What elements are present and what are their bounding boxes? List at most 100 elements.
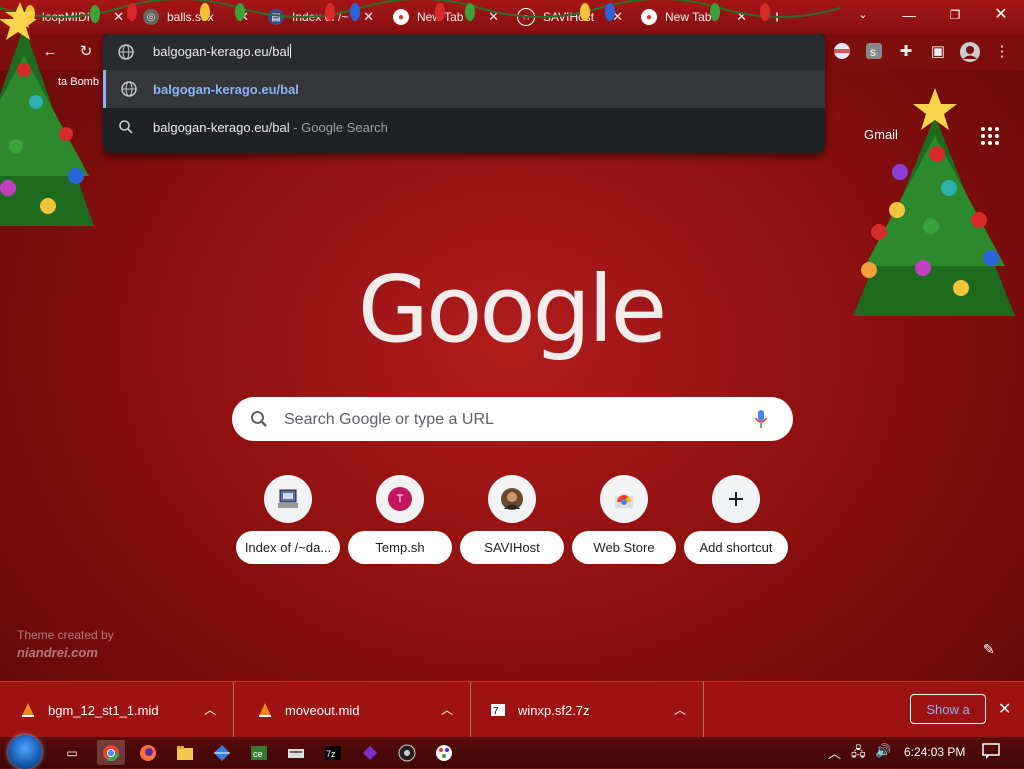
svg-text:7z: 7z [326,749,336,759]
close-shelf-icon[interactable]: ✕ [998,699,1011,719]
extension-s-icon[interactable]: s [864,42,884,62]
letter-t-icon: T [376,475,424,523]
globe-icon [121,81,137,102]
shortcut-index[interactable]: Index of /~da... [236,475,340,565]
tab-newtab-1[interactable]: ● New Tab ✕ [393,4,505,30]
download-filename: bgm_12_st1_1.mid [48,703,159,718]
shortcut-label: Index of /~da... [236,531,340,564]
tab-title: Index of /~ [292,10,349,24]
download-filename: winxp.sf2.7z [518,703,590,718]
suggestion-text: balgogan-kerago.eu/bal [153,82,299,97]
app-icon[interactable]: ce [245,740,273,765]
apps-grid-icon[interactable] [980,126,1000,146]
chrome-taskbar-icon[interactable] [97,740,125,765]
download-filename: moveout.mid [285,703,360,718]
omnibox-suggestion-url[interactable]: balgogan-kerago.eu/bal [103,70,825,108]
chevron-up-icon[interactable]: ︿ [441,701,453,718]
omnibox-dropdown: balgogan-kerago.eu/bal balgogan-kerago.e… [103,34,825,153]
tab-savihost[interactable]: ∩ SAVIHost ✕ [517,4,629,30]
chevron-up-icon[interactable]: ︿ [674,701,686,718]
extension-flag-icon[interactable] [832,42,852,62]
globe-icon [118,44,134,65]
server-icon [264,475,312,523]
close-icon[interactable]: ✕ [113,9,124,25]
side-panel-icon[interactable]: ▣ [928,42,948,62]
tab-strip: ♪ loopMIDI ✕ ◎ balls.sex ✕ ▤ Index of /~… [0,0,1024,34]
profile-avatar-icon[interactable] [960,42,980,62]
start-button[interactable] [8,735,42,769]
google-logo: Google [357,256,667,363]
restore-button[interactable]: ❐ [935,4,975,28]
task-view-icon[interactable]: ▭ [58,740,86,765]
avatar-icon [488,475,536,523]
gmail-link[interactable]: Gmail [864,127,898,142]
shortcut-label: Temp.sh [348,531,452,564]
suggestion-text: balgogan-kerago.eu/bal - Google Search [153,120,388,135]
add-shortcut-button[interactable]: Add shortcut [684,475,788,565]
web-store-icon [600,475,648,523]
theme-credit[interactable]: Theme created by niandrei.com [17,627,114,662]
chevron-up-icon[interactable]: ︿ [204,701,216,718]
obs-app-icon[interactable] [393,740,421,765]
menu-kebab-icon[interactable]: ⋮ [992,42,1012,62]
tab-balls[interactable]: ◎ balls.sex ✕ [143,4,255,30]
customize-pencil-icon[interactable]: ✎ [983,641,995,658]
new-tab-button[interactable]: + [766,6,788,28]
address-bar[interactable]: balgogan-kerago.eu/bal [103,34,825,70]
7zip-icon[interactable]: 7z [319,740,347,765]
network-icon[interactable]: 🖧 [851,743,866,765]
address-input[interactable]: balgogan-kerago.eu/bal [153,44,291,59]
tab-title: balls.sex [167,10,214,24]
shortcut-label: Add shortcut [684,531,788,564]
close-icon[interactable]: ✕ [363,9,374,25]
globe-icon: ◎ [143,9,159,25]
download-item[interactable]: 7 winxp.sf2.7z ︿ [470,682,704,738]
tab-title: New Tab [665,10,712,24]
server-icon: ▤ [268,9,284,25]
close-icon[interactable]: ✕ [238,9,249,25]
tab-index[interactable]: ▤ Index of /~ ✕ [268,4,380,30]
close-icon[interactable]: ✕ [736,9,747,25]
search-icon [118,119,134,140]
shortcut-temp-sh[interactable]: T Temp.sh [348,475,452,565]
close-window-button[interactable]: ✕ [981,4,1021,28]
taskbar-clock[interactable]: 6:24:03 PM [904,745,965,759]
network-app-icon[interactable] [208,740,236,765]
search-box[interactable] [232,397,793,441]
svg-text:ce: ce [253,749,263,759]
search-input[interactable] [282,407,726,433]
extensions-puzzle-icon[interactable]: ✚ [896,42,916,62]
tab-title: New Tab [417,10,464,24]
svg-text:s: s [870,45,876,59]
download-shelf: bgm_12_st1_1.mid ︿ moveout.mid ︿ 7 winxp… [0,681,1024,738]
close-icon[interactable]: ✕ [488,9,499,25]
file-explorer-icon[interactable] [171,740,199,765]
omnibox-suggestion-search[interactable]: balgogan-kerago.eu/bal - Google Search [103,108,825,146]
suggestion-subtext: - Google Search [289,120,388,135]
svg-text:7: 7 [493,706,499,717]
palette-app-icon[interactable] [430,740,458,765]
show-all-button[interactable]: Show a [910,694,986,724]
download-item[interactable]: bgm_12_st1_1.mid ︿ [0,682,234,738]
christmas-tree-left-decoration [0,6,94,226]
tab-newtab-active[interactable]: ● New Tab ✕ [641,4,753,30]
close-icon[interactable]: ✕ [612,9,623,25]
keyboard-app-icon[interactable] [282,740,310,765]
plus-icon [712,475,760,523]
volume-icon[interactable]: 🔊 [875,743,891,759]
shortcut-web-store[interactable]: Web Store [572,475,676,565]
archive-icon: 7 [490,702,506,723]
show-hidden-icons-icon[interactable]: ︿ [828,743,841,762]
purple-app-icon[interactable] [356,740,384,765]
microphone-icon[interactable] [754,409,768,434]
christmas-tree-right-decoration [853,88,1015,316]
windows-taskbar: ▭ ce 7z ︿ 🖧 🔊 6:24:03 PM [0,735,1024,769]
download-item[interactable]: moveout.mid ︿ [237,682,471,738]
shortcut-label: Web Store [572,531,676,564]
shortcut-savihost[interactable]: SAVIHost [460,475,564,565]
firefox-taskbar-icon[interactable] [134,740,162,765]
tab-search-icon[interactable]: ⌄ [843,4,883,28]
minimize-button[interactable]: — [889,4,929,28]
vlc-icon [257,702,273,723]
action-center-icon[interactable] [982,743,1000,759]
